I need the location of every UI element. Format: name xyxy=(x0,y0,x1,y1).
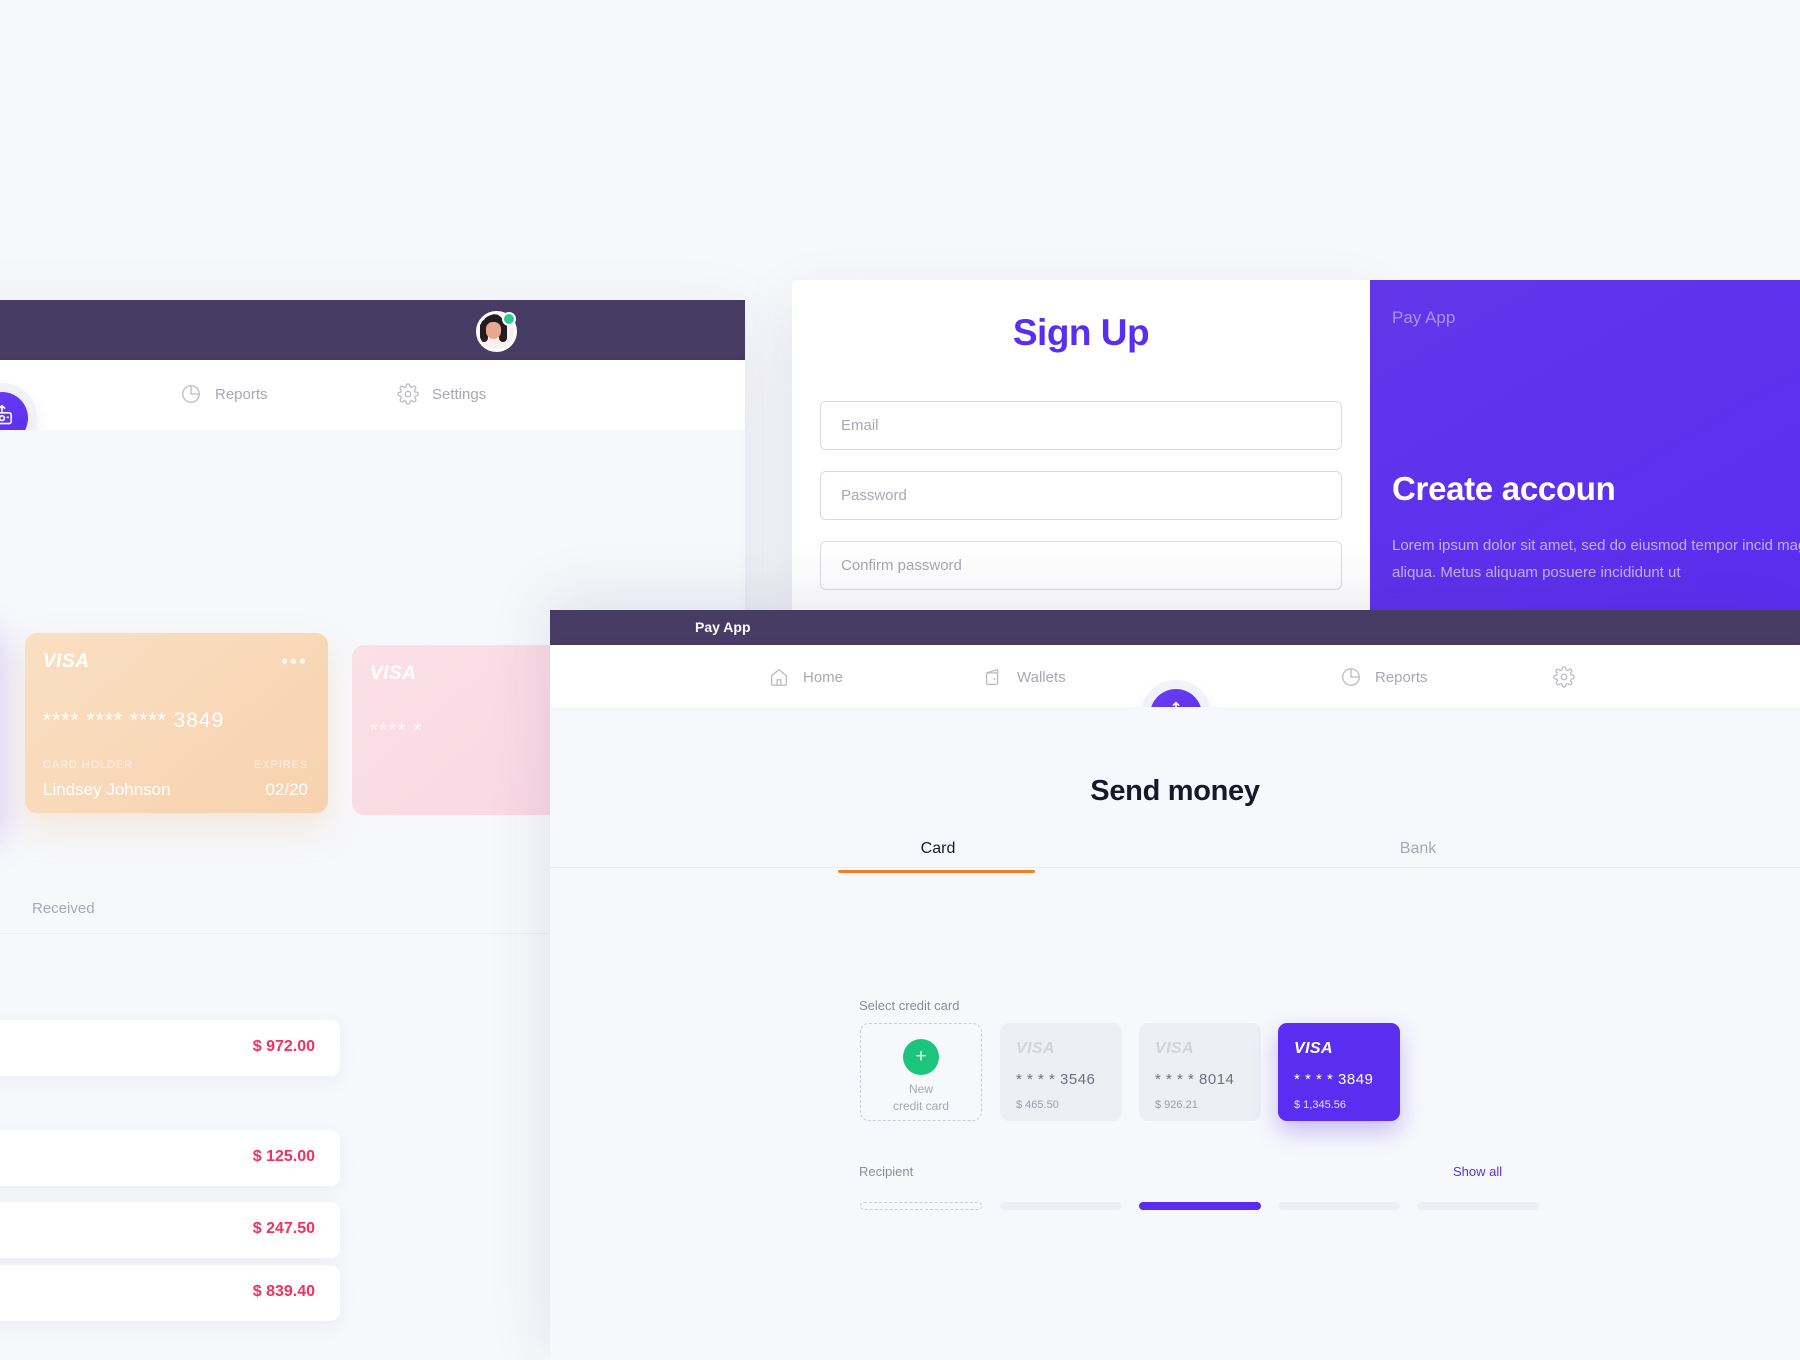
dashboard-nav: Reports Settings xyxy=(0,360,745,444)
card-menu-icon[interactable]: ••• xyxy=(281,651,308,674)
new-credit-card-label: New credit card xyxy=(861,1081,981,1115)
recipient-slot-4[interactable] xyxy=(1417,1202,1539,1210)
table-row[interactable]: $ 972.00 xyxy=(0,1020,340,1076)
sidebar-item-label: Home xyxy=(803,668,844,686)
tab-card[interactable]: Card xyxy=(838,840,1038,858)
sidebar-item-label: Reports xyxy=(1375,668,1428,686)
card-holder-label: CARD HOLDER xyxy=(43,759,133,771)
page-title: Send money xyxy=(1090,775,1260,807)
transaction-amount: $ 972.00 xyxy=(252,1038,315,1055)
visa-logo-icon: VISA xyxy=(1016,1040,1055,1057)
confirm-password-field[interactable] xyxy=(820,541,1342,590)
card-balance: $ 926.21 xyxy=(1155,1099,1198,1111)
gear-icon xyxy=(1553,666,1575,688)
transaction-amount: $ 839.40 xyxy=(252,1283,315,1300)
gear-icon xyxy=(397,383,419,405)
plus-icon: + xyxy=(903,1039,939,1075)
new-credit-card-button[interactable]: + New credit card xyxy=(860,1023,982,1121)
card-number: * * * * 3546 xyxy=(1016,1071,1096,1088)
sidebar-item-wallets[interactable]: Wallets xyxy=(982,666,1066,688)
recipient-slot-2-selected[interactable] xyxy=(1139,1202,1261,1210)
signup-card: Sign Up xyxy=(792,280,1370,620)
transaction-amount: $ 247.50 xyxy=(252,1220,315,1237)
sidebar-item-label: Wallets xyxy=(1017,668,1066,686)
select-credit-card-label: Select credit card xyxy=(859,998,960,1013)
password-field[interactable] xyxy=(820,471,1342,520)
new-card-line2: credit card xyxy=(892,1099,950,1113)
card-number: **** * xyxy=(370,719,423,742)
sidebar-item-settings[interactable]: Settings xyxy=(397,383,486,405)
tab-received[interactable]: Received xyxy=(32,900,95,917)
new-card-line1: New xyxy=(908,1082,933,1096)
card-balance: $ 465.50 xyxy=(1016,1099,1059,1111)
send-money-window: Pay App Home Wallets Reports Send money … xyxy=(550,610,1800,1360)
sidebar-item-home[interactable]: Home xyxy=(768,666,843,688)
table-row[interactable]: $ 839.40 xyxy=(0,1265,340,1321)
card-number: * * * * 8014 xyxy=(1155,1071,1235,1088)
card-holder-value: Lindsey Johnson xyxy=(43,780,171,799)
card-number: * * * * 3849 xyxy=(1294,1071,1374,1088)
recipient-slot-new[interactable] xyxy=(860,1202,982,1210)
sidebar-item-reports[interactable]: Reports xyxy=(180,383,268,405)
sidebar-item-settings[interactable] xyxy=(1553,666,1588,688)
online-status-dot xyxy=(502,312,516,326)
send-money-nav: Home Wallets Reports xyxy=(550,645,1800,741)
home-icon xyxy=(768,666,790,688)
card-number: **** **** **** 3849 xyxy=(43,709,225,732)
app-brand-label: Pay App xyxy=(1392,308,1456,327)
tab-divider xyxy=(550,867,1800,868)
sidebar-item-reports[interactable]: Reports xyxy=(1340,666,1428,688)
pie-chart-icon xyxy=(180,383,202,405)
visa-logo-icon: VISA xyxy=(1155,1040,1194,1057)
table-row[interactable]: $ 125.00 xyxy=(0,1130,340,1186)
visa-logo-icon: VISA xyxy=(1294,1040,1333,1057)
table-row[interactable]: $ 247.50 xyxy=(0,1202,340,1258)
card-balance: $ 1,345.56 xyxy=(1294,1099,1346,1111)
send-money-body: Send money Card Bank Select credit card … xyxy=(550,707,1800,1360)
credit-card-option-3849-selected[interactable]: VISA * * * * 3849 $ 1,345.56 xyxy=(1278,1023,1400,1121)
credit-card-option-3546[interactable]: VISA * * * * 3546 $ 465.50 xyxy=(1000,1023,1122,1121)
create-account-panel: Pay App Create accoun Lorem ipsum dolor … xyxy=(1370,280,1800,620)
visa-logo-icon: VISA xyxy=(43,651,90,672)
dashboard-topbar xyxy=(0,300,745,360)
visa-logo-icon: VISA xyxy=(370,663,417,684)
send-money-topbar: Pay App xyxy=(550,610,1800,645)
sidebar-item-label: Settings xyxy=(432,385,487,403)
avatar-face xyxy=(486,322,501,339)
app-brand-label: Pay App xyxy=(695,619,751,635)
tab-bank[interactable]: Bank xyxy=(1318,840,1518,858)
show-all-link[interactable]: Show all xyxy=(1453,1164,1502,1179)
credit-card-orange[interactable]: VISA ••• **** **** **** 3849 CARD HOLDER… xyxy=(25,633,328,813)
recipient-slot-1[interactable] xyxy=(1000,1202,1122,1210)
transaction-amount: $ 125.00 xyxy=(252,1148,315,1165)
send-money-icon xyxy=(0,403,15,434)
recipient-label: Recipient xyxy=(859,1164,914,1179)
create-account-heading: Create accoun xyxy=(1392,470,1616,507)
tab-active-indicator xyxy=(838,870,1035,873)
credit-card-option-8014[interactable]: VISA * * * * 8014 $ 926.21 xyxy=(1139,1023,1261,1121)
email-field[interactable] xyxy=(820,401,1342,450)
create-account-body-text: Lorem ipsum dolor sit amet, sed do eiusm… xyxy=(1392,537,1800,581)
recipient-slot-3[interactable] xyxy=(1278,1202,1400,1210)
pie-chart-icon xyxy=(1340,666,1362,688)
wallet-icon xyxy=(982,666,1004,688)
card-expires-value: 02/20 xyxy=(265,780,308,799)
sidebar-item-label: Reports xyxy=(215,385,268,403)
page-title: Sign Up xyxy=(1012,312,1150,353)
card-expires-label: EXPIRES xyxy=(254,759,308,771)
